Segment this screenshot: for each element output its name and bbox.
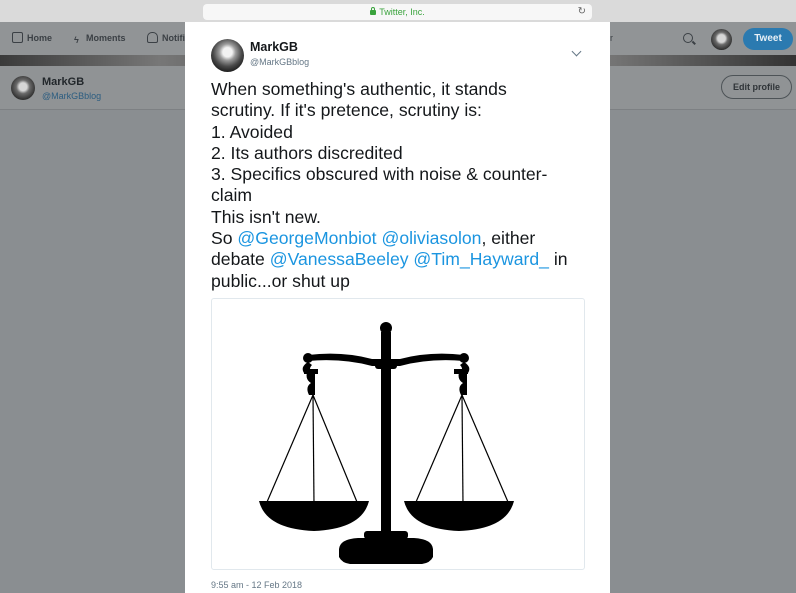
profile-name: MarkGB bbox=[42, 76, 85, 88]
tweet-line: claim bbox=[211, 185, 253, 206]
mention-link[interactable]: @GeorgeMonbiot bbox=[237, 228, 376, 248]
tweet-line: 1. Avoided bbox=[211, 121, 293, 142]
tweet-line: debate @VanessaBeeley @Tim_Hayward_ in bbox=[211, 249, 583, 270]
tweet-line: 2. Its authors discredited bbox=[211, 142, 403, 163]
browser-toolbar: Twitter, Inc. ↻ bbox=[0, 0, 796, 22]
profile-avatar[interactable] bbox=[11, 76, 35, 100]
bell-icon bbox=[147, 32, 158, 43]
tweet-timestamp[interactable]: 9:55 am - 12 Feb 2018 bbox=[211, 580, 302, 590]
scales-of-justice-icon bbox=[259, 322, 514, 564]
nav-notifications[interactable]: Notifi bbox=[147, 22, 185, 55]
nav-home[interactable]: Home bbox=[12, 22, 52, 55]
nav-moments-label: Moments bbox=[86, 33, 126, 43]
nav-notifications-label: Notifi bbox=[162, 33, 185, 43]
tweet-line: So @GeorgeMonbiot @oliviasolon, either bbox=[211, 228, 583, 249]
reload-icon[interactable]: ↻ bbox=[578, 4, 586, 20]
search-icon[interactable] bbox=[683, 33, 693, 43]
account-avatar[interactable] bbox=[711, 29, 732, 50]
profile-handle: @MarkGBblog bbox=[42, 91, 102, 101]
tweet-text: When something's authentic, it stands sc… bbox=[211, 79, 583, 292]
tweet-button[interactable]: Tweet bbox=[743, 28, 793, 50]
chevron-down-icon[interactable] bbox=[571, 46, 582, 57]
author-name[interactable]: MarkGB bbox=[250, 40, 298, 54]
tweet-text-fragment: in bbox=[548, 249, 568, 270]
author-avatar[interactable] bbox=[211, 39, 244, 72]
tweet-text-fragment: , either bbox=[481, 228, 536, 249]
tweet-modal: MarkGB @MarkGBblog When something's auth… bbox=[185, 22, 610, 593]
tweet-line: This isn't new. bbox=[211, 206, 321, 227]
tweet-text-fragment: debate bbox=[211, 249, 270, 270]
author-handle[interactable]: @MarkGBblog bbox=[250, 57, 309, 67]
nav-home-label: Home bbox=[27, 33, 53, 43]
tweet-line: When something's authentic, it stands bbox=[211, 79, 507, 99]
mention-link[interactable]: @VanessaBeeley bbox=[270, 249, 409, 269]
tweet-line: scrutiny. If it's pretence, scrutiny is: bbox=[211, 100, 482, 121]
lock-icon bbox=[370, 7, 377, 15]
tweet-line: 3. Specifics obscured with noise & count… bbox=[211, 164, 548, 185]
mention-link[interactable]: @oliviasolon bbox=[381, 228, 481, 248]
search-field-partial[interactable]: r bbox=[610, 22, 613, 55]
address-bar[interactable]: Twitter, Inc. ↻ bbox=[203, 4, 592, 20]
edit-profile-button[interactable]: Edit profile bbox=[721, 75, 792, 99]
tweet-line: public...or shut up bbox=[211, 270, 350, 291]
tweet-image[interactable] bbox=[211, 298, 585, 570]
url-text: Twitter, Inc. bbox=[379, 7, 425, 17]
nav-moments[interactable]: ϟ Moments bbox=[74, 22, 126, 55]
home-icon bbox=[12, 32, 23, 43]
lightning-icon: ϟ bbox=[74, 35, 79, 45]
tweet-text-fragment: So bbox=[211, 228, 238, 249]
mention-link[interactable]: @Tim_Hayward_ bbox=[413, 249, 549, 269]
